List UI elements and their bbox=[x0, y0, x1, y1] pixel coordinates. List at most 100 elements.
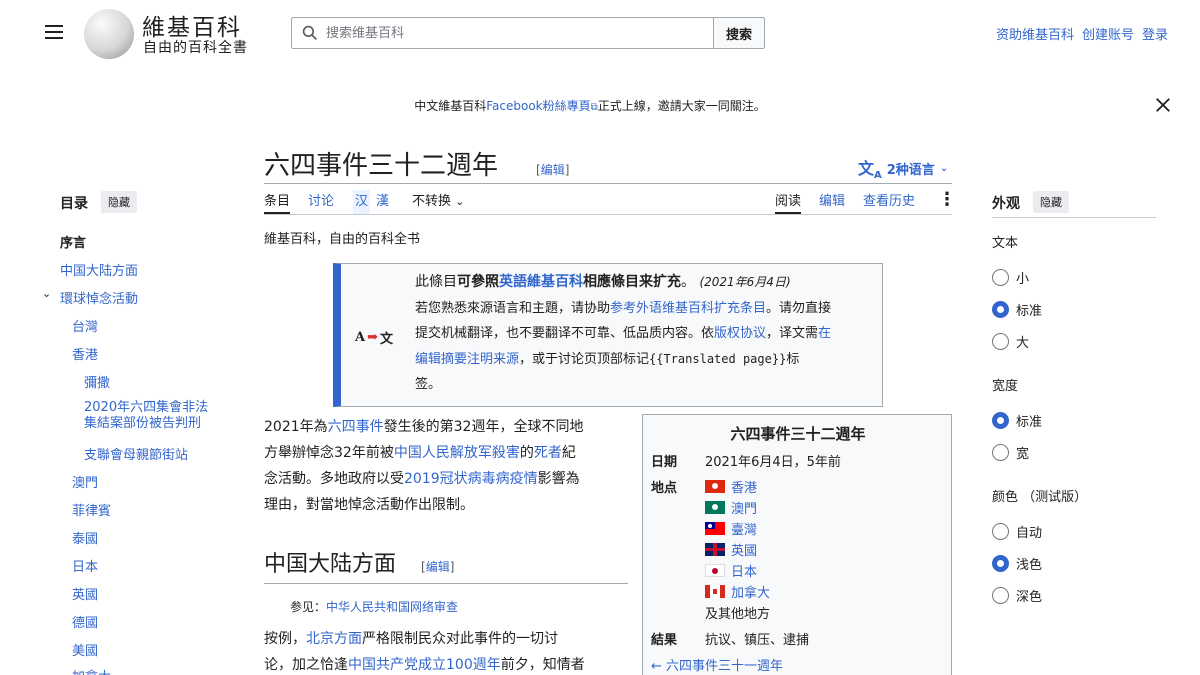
wikipedia-globe-logo[interactable] bbox=[84, 9, 134, 59]
toc-item-canada[interactable]: 加拿大 bbox=[72, 666, 111, 675]
radio-icon[interactable] bbox=[992, 444, 1009, 461]
more-tools-icon[interactable]: ⋮ bbox=[938, 190, 956, 210]
see-also-link[interactable]: 中华人民共和国网络审查 bbox=[326, 600, 458, 614]
ambox-enwiki-link[interactable]: 英語維基百科 bbox=[499, 274, 583, 290]
toc-item-street-booth[interactable]: 支聯會母親節街站 bbox=[84, 444, 188, 463]
text-size-small-option[interactable]: 小 bbox=[992, 268, 1029, 287]
search-button[interactable]: 搜索 bbox=[713, 17, 765, 49]
intro-l3-post: 影響為 bbox=[537, 471, 580, 487]
section-heading-mainland: 中国大陆方面 bbox=[264, 552, 397, 577]
external-link-icon: ⧉ bbox=[590, 102, 598, 113]
toc-item-trial[interactable]: 2020年六四集會非法 集結案部份被告判刑 bbox=[84, 400, 208, 432]
login-link[interactable]: 登录 bbox=[1142, 24, 1168, 43]
tab-read[interactable]: 阅读 bbox=[775, 190, 802, 214]
ambox-icon-wen: 文 bbox=[380, 332, 394, 347]
tab-article[interactable]: 条目 bbox=[264, 190, 291, 214]
toc-item-uk[interactable]: 英國 bbox=[72, 584, 98, 603]
search-box[interactable] bbox=[291, 17, 714, 49]
link-victims[interactable]: 死者 bbox=[534, 445, 562, 461]
intro-l2-post: 紀 bbox=[561, 445, 576, 461]
infobox-other-places: 及其他地方 bbox=[705, 607, 771, 622]
toc-item-mass[interactable]: 彌撒 bbox=[84, 372, 110, 391]
arrow-right-icon: ➡ bbox=[367, 330, 378, 345]
ambox-template-code: {{Translated page}} bbox=[649, 351, 787, 366]
toc-item-intro[interactable]: 序言 bbox=[60, 232, 86, 251]
width-standard-option[interactable]: 标准 bbox=[992, 411, 1042, 430]
tab-variant-traditional[interactable]: 漢 bbox=[376, 190, 389, 214]
toc-item-taiwan[interactable]: 台灣 bbox=[72, 316, 98, 335]
ambox-line2-post: 。请勿直接 bbox=[766, 300, 832, 316]
toc-item-usa[interactable]: 美國 bbox=[72, 640, 98, 659]
macau-flag-icon bbox=[705, 501, 725, 514]
link-june-fourth[interactable]: 六四事件 bbox=[328, 419, 384, 435]
radio-icon[interactable] bbox=[992, 269, 1009, 286]
ambox-expand-link[interactable]: 参考外语维基百科扩充条目 bbox=[610, 301, 766, 316]
place-link-macau[interactable]: 澳門 bbox=[731, 498, 757, 517]
toc-item-philippines[interactable]: 菲律賓 bbox=[72, 500, 111, 519]
infobox-prev-link[interactable]: ← 六四事件三十一週年 bbox=[651, 655, 783, 674]
create-account-link[interactable]: 创建账号 bbox=[1082, 24, 1134, 43]
uk-flag-icon bbox=[705, 543, 725, 556]
option-label: 浅色 bbox=[1016, 558, 1043, 573]
link-pla-killing[interactable]: 中国人民解放军殺害 bbox=[394, 445, 520, 461]
title-edit-link[interactable]: 编辑 bbox=[541, 163, 565, 177]
width-wide-option[interactable]: 宽 bbox=[992, 443, 1029, 462]
color-auto-option[interactable]: 自动 bbox=[992, 522, 1042, 541]
radio-icon[interactable] bbox=[992, 333, 1009, 350]
tab-variant-simplified[interactable]: 汉 bbox=[353, 190, 371, 214]
place-link-taiwan[interactable]: 臺灣 bbox=[731, 519, 757, 538]
variant-dropdown[interactable]: 不转换 ⌄ bbox=[412, 190, 464, 214]
language-button[interactable]: 文A 2种语言 ⌄ bbox=[858, 155, 948, 181]
toc-item-japan[interactable]: 日本 bbox=[72, 556, 98, 575]
infobox-title: 六四事件三十二週年 bbox=[730, 425, 866, 443]
toc-item-macau[interactable]: 澳門 bbox=[72, 472, 98, 491]
toc-hide-button[interactable]: 隐藏 bbox=[101, 191, 137, 213]
tab-edit[interactable]: 编辑 bbox=[819, 190, 845, 214]
toc-item-global[interactable]: 環球悼念活動 bbox=[60, 288, 138, 307]
toc-item-hongkong[interactable]: 香港 bbox=[72, 344, 98, 363]
ambox-license-link[interactable]: 版权协议 bbox=[714, 326, 766, 341]
appearance-hide-button[interactable]: 隐藏 bbox=[1033, 191, 1069, 213]
ambox-line5: 签。 bbox=[415, 377, 442, 392]
main-menu-button[interactable] bbox=[40, 18, 68, 46]
link-ccp-100[interactable]: 中国共产党成立100週年 bbox=[348, 657, 501, 673]
radio-icon[interactable] bbox=[992, 587, 1009, 604]
ambox-summary-link-b[interactable]: 编辑摘要注明来源 bbox=[415, 352, 519, 367]
color-dark-option[interactable]: 深色 bbox=[992, 586, 1042, 605]
text-size-standard-option[interactable]: 标准 bbox=[992, 300, 1042, 319]
see-also-label: 参见： bbox=[290, 600, 327, 614]
toc-toggle-chevron-icon[interactable]: ⌄ bbox=[42, 287, 51, 300]
place-link-canada[interactable]: 加拿大 bbox=[731, 582, 770, 601]
place-link-japan[interactable]: 日本 bbox=[731, 561, 757, 580]
toc-item-mainland[interactable]: 中国大陆方面 bbox=[60, 260, 138, 279]
radio-icon[interactable] bbox=[992, 523, 1009, 540]
close-icon[interactable] bbox=[1154, 96, 1172, 114]
search-input[interactable] bbox=[326, 25, 686, 41]
ambox-line4-post: 标 bbox=[786, 351, 800, 367]
link-beijing[interactable]: 北京方面 bbox=[306, 631, 362, 647]
option-label: 深色 bbox=[1016, 590, 1043, 605]
intro-l2-pre: 方舉辦悼念32年前被 bbox=[264, 445, 394, 461]
site-tagline: 維基百科，自由的百科全书 bbox=[264, 232, 421, 247]
color-light-option[interactable]: 浅色 bbox=[992, 554, 1042, 573]
link-covid[interactable]: 2019冠状病毒病疫情 bbox=[404, 471, 538, 487]
radio-selected-icon[interactable] bbox=[992, 412, 1009, 429]
place-link-uk[interactable]: 英國 bbox=[731, 540, 757, 559]
place-link-hongkong[interactable]: 香港 bbox=[731, 477, 757, 496]
tab-history[interactable]: 查看历史 bbox=[863, 190, 915, 214]
toc-item-germany[interactable]: 德國 bbox=[72, 612, 98, 631]
radio-selected-icon[interactable] bbox=[992, 301, 1009, 318]
toc-item-thailand[interactable]: 泰國 bbox=[72, 528, 98, 547]
ambox-line3-pre: 提交机械翻译，也不要翻译不可靠、低品质内容。依 bbox=[415, 326, 715, 341]
canada-flag-icon bbox=[705, 585, 725, 598]
notice-facebook-link[interactable]: Facebook粉絲專頁 bbox=[486, 99, 590, 113]
option-label: 宽 bbox=[1016, 447, 1030, 462]
donate-link[interactable]: 资助维基百科 bbox=[996, 24, 1074, 43]
ambox-summary-link-a[interactable]: 在 bbox=[818, 326, 831, 341]
intro-l3-pre: 念活動。多地政府以受 bbox=[264, 471, 404, 487]
infobox-date-label: 日期 bbox=[651, 455, 678, 470]
section-edit-link[interactable]: 编辑 bbox=[426, 560, 450, 574]
text-size-large-option[interactable]: 大 bbox=[992, 332, 1029, 351]
tab-talk[interactable]: 讨论 bbox=[308, 190, 334, 214]
radio-selected-icon[interactable] bbox=[992, 555, 1009, 572]
